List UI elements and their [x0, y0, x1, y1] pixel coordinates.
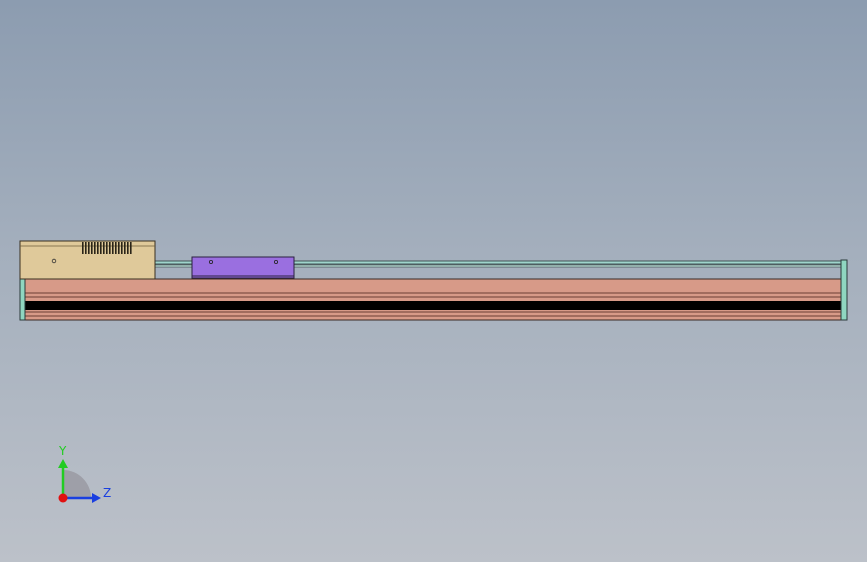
- cooling-fin: [109, 242, 111, 254]
- graphics-viewport[interactable]: Y Z: [0, 0, 867, 562]
- cooling-fin: [82, 242, 84, 254]
- cooling-fin: [94, 242, 96, 254]
- linear-module-model[interactable]: [19, 240, 848, 321]
- cooling-fin: [88, 242, 90, 254]
- cooling-fin: [127, 242, 129, 254]
- cooling-fin: [112, 242, 114, 254]
- cooling-fin: [100, 242, 102, 254]
- left-end-cap[interactable]: [19, 278, 26, 321]
- cooling-fin: [130, 242, 132, 254]
- cooling-fin: [106, 242, 108, 254]
- cooling-fin: [118, 242, 120, 254]
- triad-quarter-disc: [63, 470, 91, 498]
- y-axis-label: Y: [58, 444, 67, 458]
- view-orientation-triad: Y Z: [58, 444, 111, 503]
- z-arrow-head: [92, 493, 101, 503]
- cooling-fin: [121, 242, 123, 254]
- carriage-slider[interactable]: [191, 256, 295, 279]
- cooling-fin: [115, 242, 117, 254]
- motor-housing[interactable]: [19, 240, 156, 280]
- cooling-fin: [97, 242, 99, 254]
- x-axis-origin-dot: [58, 493, 68, 503]
- rail-slot: [24, 301, 842, 310]
- y-arrow-head: [58, 459, 68, 468]
- cooling-fin: [85, 242, 87, 254]
- cooling-fin: [103, 242, 105, 254]
- cooling-fins: [82, 242, 132, 254]
- right-end-cap[interactable]: [840, 259, 848, 321]
- cooling-fin: [91, 242, 93, 254]
- rail-body[interactable]: [23, 278, 843, 321]
- z-axis-label: Z: [103, 486, 111, 500]
- cooling-fin: [124, 242, 126, 254]
